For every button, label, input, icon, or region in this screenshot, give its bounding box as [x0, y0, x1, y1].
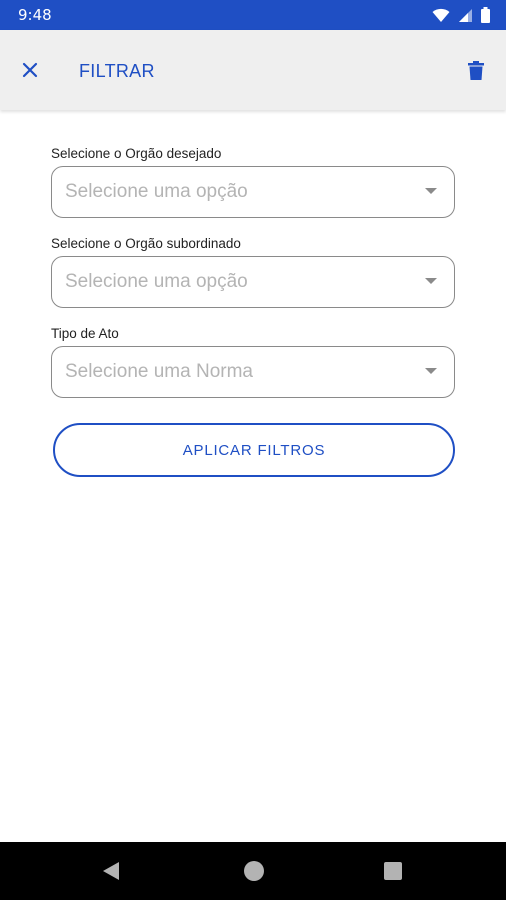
- tipo-de-ato-select[interactable]: Selecione uma Norma: [51, 346, 455, 398]
- orgao-subordinado-select[interactable]: Selecione uma opção: [51, 256, 455, 308]
- select-placeholder: Selecione uma opção: [65, 181, 248, 202]
- orgao-desejado-select[interactable]: Selecione uma opção: [51, 166, 455, 218]
- battery-icon: [481, 7, 490, 23]
- dropdown-arrow-icon: [425, 368, 437, 374]
- home-icon[interactable]: [244, 861, 264, 881]
- back-icon[interactable]: [102, 861, 120, 881]
- dropdown-arrow-icon: [425, 188, 437, 194]
- signal-icon: [459, 8, 472, 22]
- apply-filters-button[interactable]: APLICAR FILTROS: [53, 423, 455, 477]
- orgao-desejado-label: Selecione o Orgão desejado: [51, 146, 222, 161]
- close-icon: [22, 62, 38, 78]
- close-button[interactable]: [16, 56, 44, 84]
- status-bar: 9:48: [0, 0, 506, 30]
- select-placeholder: Selecione uma opção: [65, 271, 248, 292]
- trash-icon: [468, 60, 484, 80]
- page-title: FILTRAR: [79, 61, 155, 81]
- app-bar: FILTRAR: [0, 30, 506, 110]
- select-placeholder: Selecione uma Norma: [65, 361, 253, 382]
- tipo-de-ato-label: Tipo de Ato: [51, 326, 119, 341]
- status-icons: [432, 7, 490, 23]
- wifi-icon: [432, 8, 450, 22]
- dropdown-arrow-icon: [425, 278, 437, 284]
- navigation-bar: [0, 842, 506, 900]
- status-time: 9:48: [18, 6, 52, 24]
- orgao-subordinado-label: Selecione o Orgão subordinado: [51, 236, 241, 251]
- recents-icon[interactable]: [384, 862, 402, 880]
- delete-button[interactable]: [462, 56, 490, 84]
